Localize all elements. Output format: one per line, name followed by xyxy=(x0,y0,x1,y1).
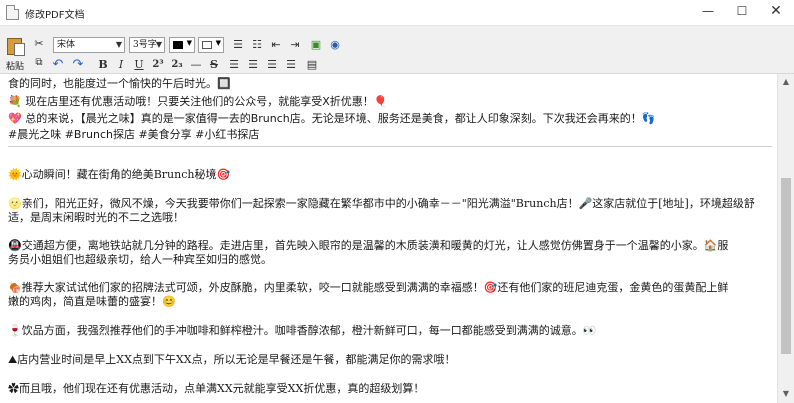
cut-icon[interactable]: ✂ xyxy=(29,35,49,53)
horizontal-rule-icon[interactable]: — xyxy=(186,56,206,74)
align-center-icon[interactable]: ☰ xyxy=(243,56,263,74)
paste-button[interactable] xyxy=(5,35,27,57)
scroll-down-icon[interactable]: ▼ xyxy=(778,386,794,402)
paragraph-line: 务员小姐姐们也超级亲切，给人一种宾至如归的感觉。 xyxy=(8,253,272,266)
font-size-select[interactable]: 3号字 ▼ xyxy=(129,37,165,53)
paragraph-line: 💖 总的来说，【晨光之味】真的是一家值得一去的Brunch店。无论是环境、服务还… xyxy=(8,112,656,125)
insert-image-icon[interactable]: ▣ xyxy=(306,36,326,54)
strikethrough-button[interactable]: S xyxy=(204,56,224,74)
text-color-picker[interactable]: ▼ xyxy=(169,37,195,53)
paste-label: 粘贴 xyxy=(6,62,25,72)
close-button[interactable]: ✕ xyxy=(758,0,794,24)
indent-icon[interactable]: ⇥ xyxy=(285,36,305,54)
title-bar: 修改PDF文档 — ☐ ✕ xyxy=(0,0,794,26)
paragraph-line: 🌞心动瞬间！藏在街角的绝美Brunch秘境🎯 xyxy=(8,168,231,181)
text-color-swatch xyxy=(173,41,183,49)
font-family-select[interactable]: 宋体 ▼ xyxy=(53,37,125,53)
align-left-icon[interactable]: ☰ xyxy=(224,56,244,74)
background-color-picker[interactable]: ▼ xyxy=(198,37,224,53)
background-color-swatch xyxy=(202,41,212,49)
paragraph-line: 适，是周末闲暇时光的不二之选哦！ xyxy=(8,211,184,224)
bullet-list-icon[interactable]: ☷ xyxy=(247,36,267,54)
paragraph-line: 嫩的鸡肉，简直是味蕾的盛宴！😊 xyxy=(8,295,176,308)
paragraph-line: 🍷饮品方面，我强烈推荐他们的手冲咖啡和鲜榨橙汁。咖啡香醇浓郁，橙汁新鲜可口，每一… xyxy=(8,324,597,337)
insert-link-icon[interactable]: ◉ xyxy=(325,36,345,54)
minimize-button[interactable]: — xyxy=(690,0,726,24)
document-editor[interactable]: 食的同时，也能度过一个愉快的午后时光。🔲 💐 现在店里还有优惠活动哦！只要关注他… xyxy=(0,74,777,403)
paragraph-line: ✿而且哦，他们现在还有优惠活动，点单满XX元就能享受XX折优惠，真的超级划算！ xyxy=(8,382,425,395)
font-family-value: 宋体 xyxy=(57,40,76,50)
chevron-down-icon: ▼ xyxy=(186,39,192,47)
divider xyxy=(8,146,772,147)
paragraph-line: #晨光之味 #Brunch探店 #美食分享 #小红书探店 xyxy=(8,128,260,141)
underline-button[interactable]: U xyxy=(129,56,149,74)
align-right-icon[interactable]: ☰ xyxy=(262,56,282,74)
italic-button[interactable]: I xyxy=(111,56,131,74)
chevron-down-icon: ▼ xyxy=(115,40,122,49)
paper-icon xyxy=(14,43,25,56)
window-title: 修改PDF文档 xyxy=(25,10,85,21)
paste-format-icon[interactable]: ⧉ xyxy=(29,54,49,72)
superscript-button[interactable]: 2³ xyxy=(148,56,168,74)
outdent-icon[interactable]: ⇤ xyxy=(266,36,286,54)
scroll-up-icon[interactable]: ▲ xyxy=(778,74,794,90)
paragraph-line: 食的同时，也能度过一个愉快的午后时光。🔲 xyxy=(8,77,231,90)
maximize-button[interactable]: ☐ xyxy=(724,0,760,24)
numbered-list-icon[interactable]: ☰ xyxy=(228,36,248,54)
subscript-button[interactable]: 2₃ xyxy=(167,56,187,74)
align-justify-icon[interactable]: ☰ xyxy=(281,56,301,74)
undo-icon[interactable]: ↶ xyxy=(48,56,68,74)
font-size-value: 3号字 xyxy=(133,40,157,50)
vertical-scrollbar[interactable]: ▲ ▼ xyxy=(777,74,794,403)
editor-toolbar: 粘贴 ✂ ⧉ 宋体 ▼ 3号字 ▼ ▼ ▼ ☰ ☷ ⇤ ⇥ ▣ ◉ ↶ ↷ B … xyxy=(0,26,794,74)
document-icon xyxy=(6,5,19,20)
bold-button[interactable]: B xyxy=(93,56,113,74)
chevron-down-icon: ▼ xyxy=(155,40,162,49)
redo-icon[interactable]: ↷ xyxy=(68,56,88,74)
paragraph-line: ⛰店内营业时间是早上XX点到下午XX点，所以无论是早餐还是午餐，都能满足你的需求… xyxy=(8,353,456,366)
insert-table-icon[interactable]: ▤ xyxy=(302,56,322,74)
chevron-down-icon: ▼ xyxy=(215,39,221,47)
scrollbar-thumb[interactable] xyxy=(781,178,791,354)
paragraph-line: 💐 现在店里还有优惠活动哦！只要关注他们的公众号，就能享受X折优惠！🎈 xyxy=(8,95,388,108)
